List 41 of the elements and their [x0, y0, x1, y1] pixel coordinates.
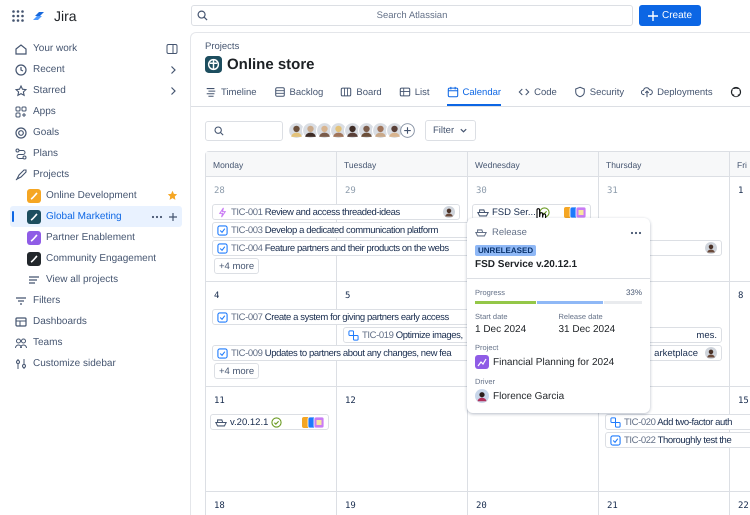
date-number: 21: [606, 500, 619, 513]
event-title: TIC-019 Optimize images,: [362, 330, 463, 340]
date-number: 29: [344, 185, 357, 198]
event-title: TIC-007 Create a system for giving partners early access: [231, 312, 449, 322]
date-number: 18: [213, 500, 226, 513]
weekday-header: Thursday: [599, 152, 730, 178]
date-number: 11: [213, 395, 226, 408]
date-number: 28: [213, 185, 226, 198]
event-title: TIC-009 Updates to partners about any changes, new fea: [231, 348, 452, 358]
date-number: 30: [475, 185, 488, 198]
date-number: 19: [344, 500, 357, 513]
date-number: 12: [344, 395, 357, 408]
weekday-header: Fri: [730, 152, 750, 178]
field-value: 31 Dec 2024: [558, 324, 616, 335]
event-title: TIC-004 Feature partners and their products on the webs: [231, 242, 449, 254]
page-title: Online store: [227, 56, 315, 73]
event-title: mes.: [696, 330, 717, 340]
release-title: FSD Service v.20.12.1: [475, 259, 578, 270]
date-number: 4: [213, 290, 220, 303]
event-title: TIC-003 Develop a dedicated communication platform: [231, 224, 438, 236]
product-name: Jira: [54, 8, 77, 24]
date-number: 31: [606, 185, 619, 198]
event-title: arketplace: [654, 348, 698, 358]
weekday-header: Monday: [206, 152, 337, 178]
event-title: TIC-001 Review and access threaded-ideas: [231, 206, 400, 218]
weekday-header: Tuesday: [337, 152, 468, 178]
date-number: 5: [344, 290, 352, 303]
progress-value: 33%: [626, 288, 642, 297]
date-number: 15: [737, 395, 750, 408]
field-value: 1 Dec 2024: [475, 324, 528, 335]
status-badge: UNRELEASED: [475, 245, 536, 256]
date-number: 1: [737, 185, 744, 198]
popover-type: Release: [492, 227, 527, 238]
field-value: Florence Garcia: [493, 390, 564, 402]
weekday-header: Wednesday: [468, 152, 599, 178]
field-value: Financial Planning for 2024: [493, 356, 614, 368]
event-title: TIC-022 Thoroughly test the: [624, 434, 732, 446]
event-title: TIC-020 Add two-factor auth: [624, 416, 732, 428]
date-number: 8: [737, 290, 744, 303]
date-number: 22: [737, 500, 750, 513]
date-number: 20: [475, 500, 488, 513]
